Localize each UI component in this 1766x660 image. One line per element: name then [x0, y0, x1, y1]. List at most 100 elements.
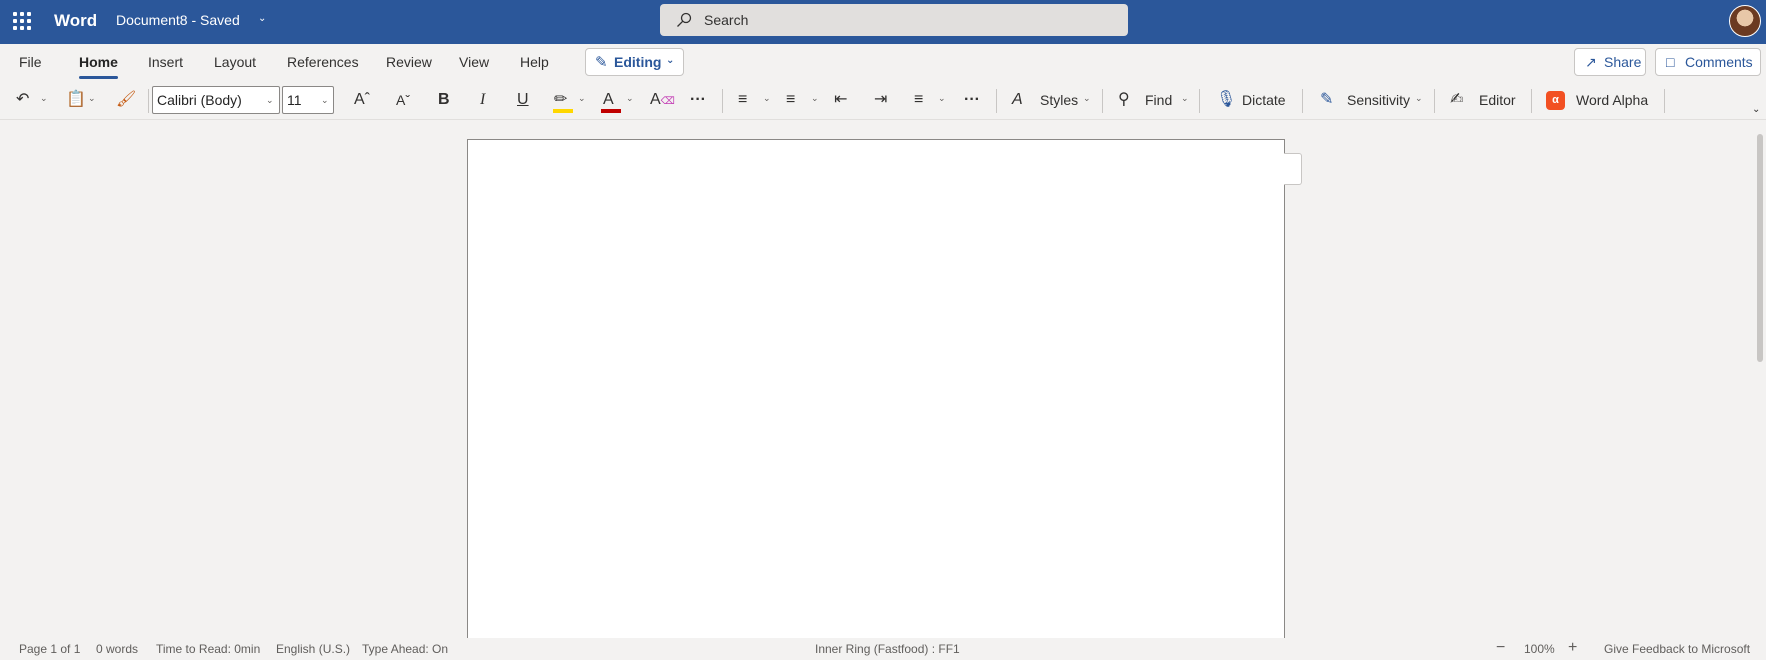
styles-icon: A [1012, 91, 1023, 108]
feedback-link[interactable]: Give Feedback to Microsoft [1604, 642, 1750, 656]
share-label: Share [1604, 54, 1642, 70]
chevron-down-icon: ⌄ [578, 93, 586, 103]
font-size-select[interactable]: 11 ⌄ [282, 86, 334, 114]
shrink-font-icon: Aˇ [396, 92, 410, 108]
zoom-out-icon[interactable]: − [1496, 639, 1505, 657]
sensitivity-icon: ✎ [1320, 91, 1334, 108]
word-count[interactable]: 0 words [96, 642, 138, 656]
divider [148, 89, 149, 113]
shrink-font-button[interactable]: Aˇ [394, 84, 416, 116]
document-canvas[interactable] [0, 120, 1766, 638]
editor-button[interactable]: ✍ Editor [1448, 84, 1522, 116]
clear-formatting-button[interactable]: A⌫ [648, 84, 675, 116]
chevron-down-icon: ⌄ [763, 93, 771, 103]
dictate-label: Dictate [1242, 92, 1286, 108]
grow-font-icon: Aˆ [354, 91, 370, 108]
document-page[interactable] [467, 139, 1285, 638]
page-count[interactable]: Page 1 of 1 [19, 642, 80, 656]
share-button[interactable]: ↗ Share [1574, 48, 1646, 76]
tab-help[interactable]: Help [520, 51, 549, 73]
decrease-indent-button[interactable]: ⇤ [832, 84, 854, 116]
sensitivity-label: Sensitivity [1347, 92, 1411, 108]
search-icon: ⚲ [1118, 91, 1130, 108]
font-color-button[interactable]: A ⌄ [600, 84, 636, 116]
increase-indent-icon: ⇥ [874, 91, 888, 108]
sensitivity-button[interactable]: ✎ Sensitivity ⌄ [1318, 84, 1426, 116]
undo-button[interactable]: ↶ ⌄ [14, 84, 52, 116]
chevron-down-icon: ⌄ [88, 93, 96, 103]
font-color-swatch [601, 109, 621, 113]
time-to-read[interactable]: Time to Read: 0min [156, 642, 260, 656]
bold-icon: B [438, 91, 450, 108]
search-icon [677, 12, 692, 27]
more-icon: ··· [964, 91, 980, 108]
editing-mode-button[interactable]: ✎ Editing ⌄ [585, 48, 684, 76]
bullet-list-icon: ≡ [738, 91, 748, 108]
zoom-level[interactable]: 100% [1524, 642, 1555, 656]
format-painter-button[interactable]: 🖌 [114, 84, 136, 116]
status-bar: Page 1 of 1 0 words Time to Read: 0min E… [0, 638, 1766, 660]
more-icon: ··· [690, 91, 706, 108]
type-ahead-status[interactable]: Type Ahead: On [362, 642, 448, 656]
ribbon-options-chevron-icon[interactable]: ⌄ [1752, 104, 1760, 115]
more-paragraph-options-button[interactable]: ··· [962, 84, 984, 116]
search-placeholder: Search [704, 12, 749, 28]
underline-button[interactable]: U [514, 84, 536, 116]
paste-button[interactable]: 📋 ⌄ [64, 84, 102, 116]
italic-button[interactable]: I [474, 84, 496, 116]
comments-button[interactable]: □ Comments [1655, 48, 1761, 76]
comment-icon: □ [1666, 54, 1675, 70]
font-size-value: 11 [287, 92, 302, 108]
chevron-down-icon: ⌄ [266, 95, 274, 105]
styles-label: Styles [1040, 92, 1079, 108]
vertical-scrollbar[interactable] [1754, 120, 1766, 638]
document-title[interactable]: Document8 - Saved [116, 12, 240, 28]
increase-indent-button[interactable]: ⇥ [872, 84, 894, 116]
app-name[interactable]: Word [54, 11, 97, 31]
tab-view[interactable]: View [459, 51, 489, 73]
chevron-down-icon: ⌄ [1181, 93, 1189, 103]
word-alpha-icon: α [1546, 91, 1565, 110]
bullets-button[interactable]: ≡ ⌄ [736, 84, 774, 116]
divider [1434, 89, 1435, 113]
microphone-icon: 🎙 [1216, 91, 1237, 108]
chevron-down-icon: ⌄ [40, 93, 48, 103]
clipboard-icon: 📋 [66, 91, 86, 108]
app-launcher-icon[interactable] [12, 11, 32, 31]
editor-pen-icon: ✍ [1450, 91, 1464, 108]
search-box[interactable]: Search [660, 4, 1128, 36]
language-status[interactable]: English (U.S.) [276, 642, 350, 656]
highlight-color-swatch [553, 109, 573, 113]
align-button[interactable]: ≡ ⌄ [912, 84, 950, 116]
tab-layout[interactable]: Layout [214, 51, 256, 73]
bold-button[interactable]: B [434, 84, 456, 116]
highlight-button[interactable]: ✏ ⌄ [552, 84, 588, 116]
tab-file[interactable]: File [19, 51, 42, 73]
tab-references[interactable]: References [287, 51, 359, 73]
chevron-down-icon[interactable]: ⌄ [258, 13, 266, 24]
numbering-button[interactable]: ≡ ⌄ [784, 84, 822, 116]
tab-home[interactable]: Home [79, 51, 118, 79]
font-name-value: Calibri (Body) [157, 92, 242, 108]
grow-font-button[interactable]: Aˆ [352, 84, 374, 116]
zoom-in-icon[interactable]: + [1568, 639, 1577, 657]
chevron-down-icon: ⌄ [626, 93, 634, 103]
styles-button[interactable]: A Styles ⌄ [1010, 84, 1094, 116]
tab-insert[interactable]: Insert [148, 51, 183, 73]
divider [1664, 89, 1665, 113]
more-font-options-button[interactable]: ··· [688, 84, 710, 116]
find-label: Find [1145, 92, 1173, 108]
editor-label: Editor [1479, 92, 1516, 108]
font-name-select[interactable]: Calibri (Body) ⌄ [152, 86, 280, 114]
word-alpha-button[interactable]: α Word Alpha [1546, 84, 1652, 116]
divider [1531, 89, 1532, 113]
dictate-button[interactable]: 🎙 Dictate [1214, 84, 1294, 116]
ribbon-toolbar: ↶ ⌄ 📋 ⌄ 🖌 Calibri (Body) ⌄ 11 ⌄ Aˆ Aˇ B … [0, 84, 1766, 120]
ribbon-tabs: File Home Insert Layout References Revie… [0, 44, 1766, 84]
chevron-down-icon: ⌄ [811, 93, 819, 103]
avatar[interactable] [1729, 5, 1761, 37]
page-side-tab[interactable] [1284, 153, 1302, 185]
scrollbar-thumb[interactable] [1757, 134, 1763, 362]
find-button[interactable]: ⚲ Find ⌄ [1116, 84, 1192, 116]
tab-review[interactable]: Review [386, 51, 432, 73]
